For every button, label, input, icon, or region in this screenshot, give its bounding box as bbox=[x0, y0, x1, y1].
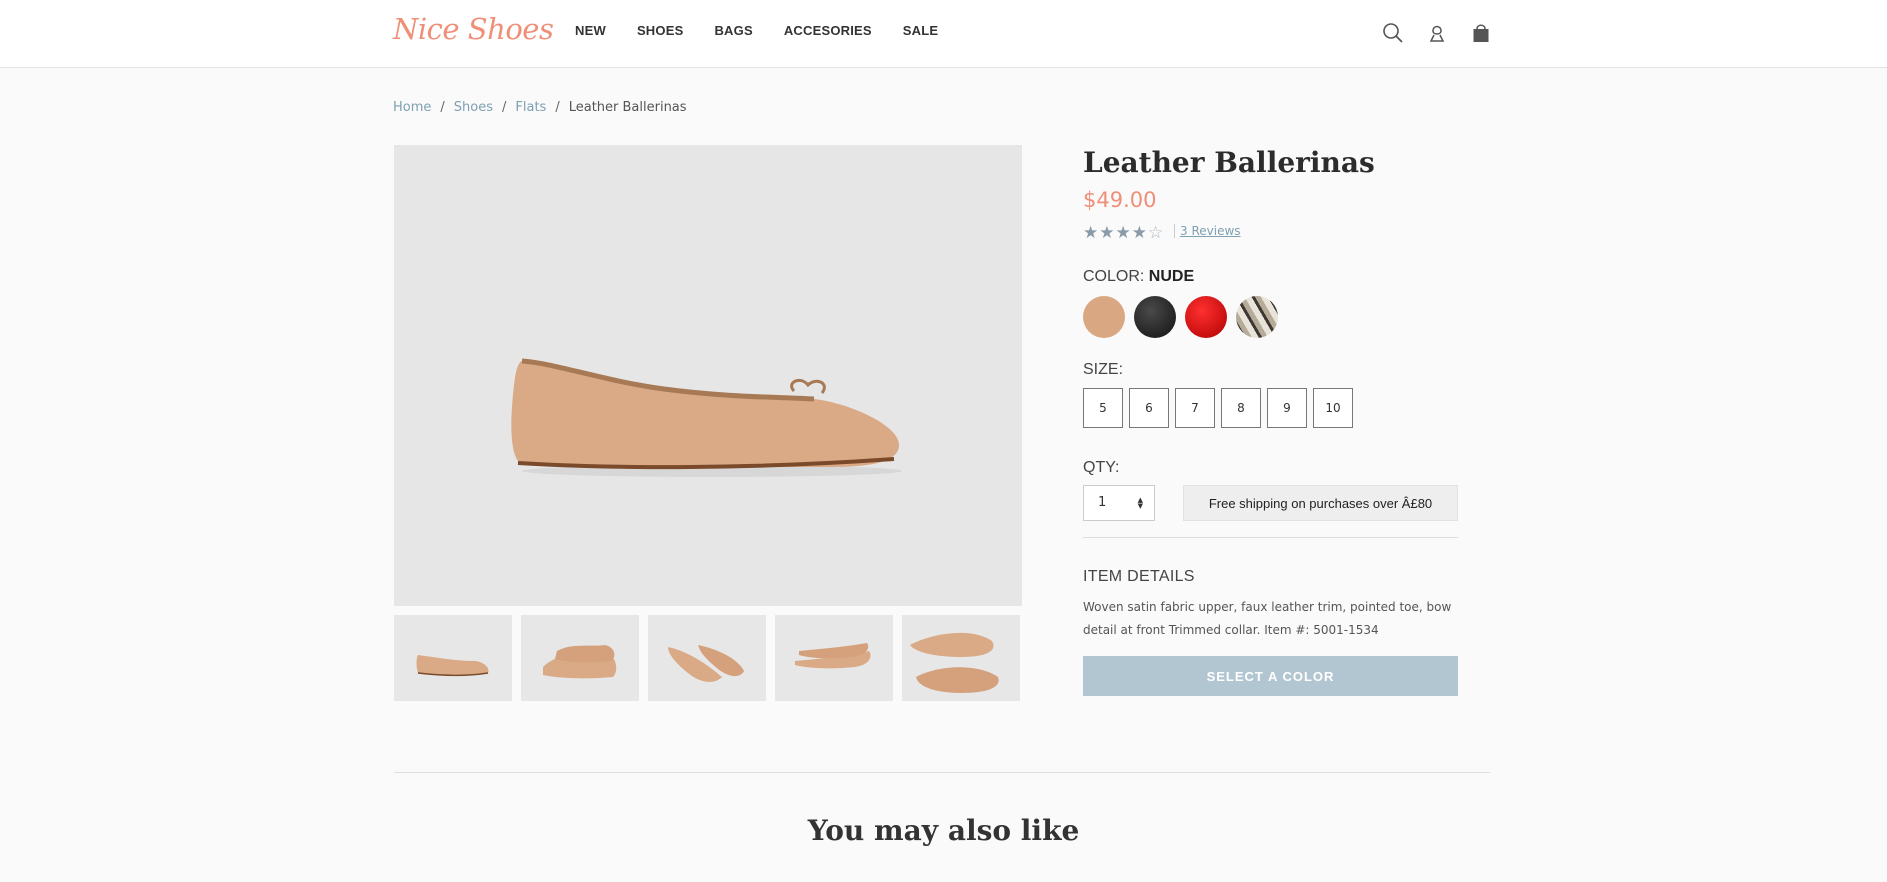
breadcrumb-separator: / bbox=[555, 100, 560, 115]
product-thumbnail[interactable] bbox=[521, 615, 639, 701]
size-option-6[interactable]: 6 bbox=[1129, 388, 1169, 428]
size-label: SIZE: bbox=[1083, 361, 1124, 378]
product-thumbnail[interactable] bbox=[394, 615, 512, 701]
divider bbox=[1083, 537, 1458, 538]
breadcrumb-separator: / bbox=[502, 100, 507, 115]
breadcrumb-shoes[interactable]: Shoes bbox=[454, 100, 493, 115]
star-filled-icon: ★ bbox=[1115, 223, 1131, 243]
nav-shoes[interactable]: SHOES bbox=[637, 23, 684, 38]
product-title: Leather Ballerinas bbox=[1083, 146, 1375, 179]
star-empty-icon: ☆ bbox=[1148, 223, 1164, 243]
color-label-text: COLOR: bbox=[1083, 268, 1145, 285]
user-icon[interactable] bbox=[1425, 21, 1449, 45]
cart-icon[interactable] bbox=[1469, 21, 1493, 45]
site-header: Nice Shoes NEW SHOES BAGS ACCESORIES SAL… bbox=[0, 0, 1887, 68]
size-option-5[interactable]: 5 bbox=[1083, 388, 1123, 428]
size-option-8[interactable]: 8 bbox=[1221, 388, 1261, 428]
breadcrumb: Home / Shoes / Flats / Leather Ballerina… bbox=[393, 100, 687, 115]
rating-stars: ★ ★ ★ ★ ☆ bbox=[1083, 223, 1163, 243]
shipping-note: Free shipping on purchases over Â£80 bbox=[1183, 485, 1458, 521]
product-thumbnail[interactable] bbox=[648, 615, 766, 701]
product-thumbnail[interactable] bbox=[902, 615, 1020, 701]
breadcrumb-separator: / bbox=[440, 100, 445, 115]
breadcrumb-current: Leather Ballerinas bbox=[568, 100, 687, 115]
quantity-stepper[interactable]: 1 ▲ ▼ bbox=[1083, 485, 1155, 521]
swatch-black[interactable] bbox=[1134, 296, 1176, 338]
stepper-arrows-icon[interactable]: ▲ ▼ bbox=[1138, 497, 1143, 510]
nav-sale[interactable]: SALE bbox=[903, 23, 938, 38]
nav-new[interactable]: NEW bbox=[575, 23, 606, 38]
star-filled-icon: ★ bbox=[1099, 223, 1115, 243]
qty-label: QTY: bbox=[1083, 459, 1120, 476]
swatch-snake[interactable] bbox=[1236, 296, 1278, 338]
item-details-heading: ITEM DETAILS bbox=[1083, 568, 1195, 585]
star-filled-icon: ★ bbox=[1131, 223, 1147, 243]
brand-logo[interactable]: Nice Shoes bbox=[393, 12, 554, 46]
product-thumbnail[interactable] bbox=[775, 615, 893, 701]
breadcrumb-flats[interactable]: Flats bbox=[515, 100, 546, 115]
select-color-button[interactable]: SELECT A COLOR bbox=[1083, 656, 1458, 696]
color-label: COLOR: NUDE bbox=[1083, 268, 1194, 286]
item-details-text: Woven satin fabric upper, faux leather t… bbox=[1083, 600, 1452, 637]
nav-bags[interactable]: BAGS bbox=[714, 23, 752, 38]
recommendations-heading: You may also like bbox=[807, 814, 1080, 847]
size-option-10[interactable]: 10 bbox=[1313, 388, 1353, 428]
swatch-red[interactable] bbox=[1185, 296, 1227, 338]
nav-accesories[interactable]: ACCESORIES bbox=[784, 23, 872, 38]
quantity-value: 1 bbox=[1098, 495, 1107, 510]
color-value: NUDE bbox=[1148, 268, 1195, 285]
main-nav: NEW SHOES BAGS ACCESORIES SALE bbox=[575, 23, 938, 38]
size-option-9[interactable]: 9 bbox=[1267, 388, 1307, 428]
section-divider bbox=[394, 772, 1490, 773]
product-main-image[interactable] bbox=[394, 145, 1022, 606]
search-icon[interactable] bbox=[1381, 21, 1405, 45]
product-price: $49.00 bbox=[1083, 188, 1157, 212]
size-option-7[interactable]: 7 bbox=[1175, 388, 1215, 428]
star-filled-icon: ★ bbox=[1083, 223, 1099, 243]
reviews-link[interactable]: 3 Reviews bbox=[1174, 224, 1241, 238]
breadcrumb-home[interactable]: Home bbox=[393, 100, 431, 115]
swatch-nude[interactable] bbox=[1083, 296, 1125, 338]
